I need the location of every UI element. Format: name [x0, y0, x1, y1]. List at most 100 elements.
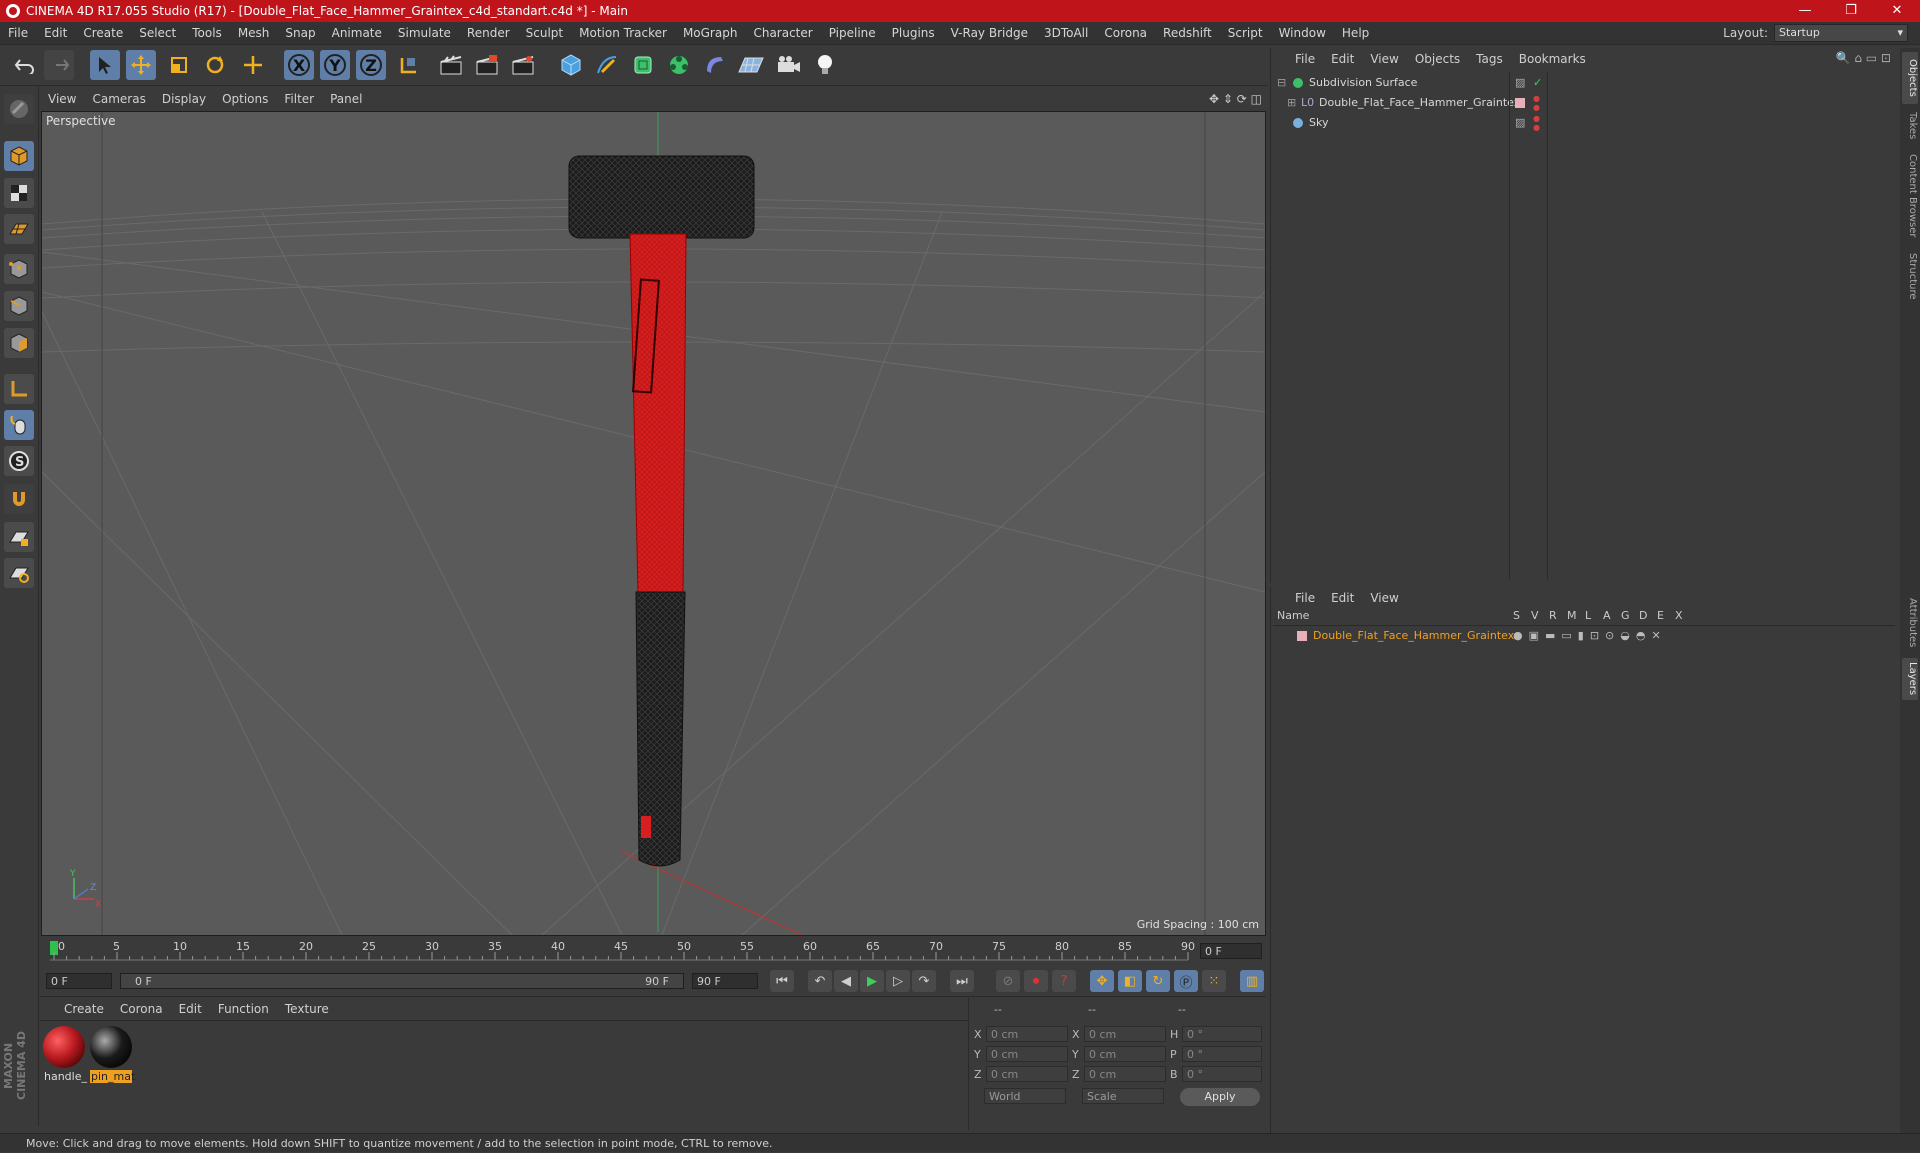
frame-range-slider[interactable]: 0 F 90 F [120, 973, 684, 989]
layer-col-x[interactable]: X [1675, 609, 1683, 622]
viewport-menu-view[interactable]: View [40, 92, 84, 106]
coordinate-mode-select[interactable]: World [984, 1088, 1066, 1104]
object-menu-tags[interactable]: Tags [1468, 52, 1511, 66]
object-menu-file[interactable]: File [1271, 52, 1323, 66]
go-to-end-button[interactable]: ⏭ [950, 970, 974, 992]
layer-col-v[interactable]: V [1531, 609, 1539, 622]
maximize-button[interactable]: ❐ [1828, 0, 1874, 22]
tab-takes[interactable]: Takes [1902, 108, 1918, 144]
layout-dropdown[interactable]: Startup [1774, 24, 1908, 42]
camera-button[interactable] [774, 50, 804, 80]
key-parameter-button[interactable]: Ⓟ [1174, 970, 1198, 992]
visibility-dots-icon[interactable]: ● ● [1533, 94, 1540, 112]
key-pla-button[interactable]: ⁙ [1202, 970, 1226, 992]
object-menu-bookmarks[interactable]: Bookmarks [1511, 52, 1594, 66]
layer-row[interactable]: Double_Flat_Face_Hammer_Graintex ●▣▬▭▮⊡⊙… [1273, 627, 1895, 645]
column-divider[interactable] [1509, 72, 1510, 580]
layer-col-r[interactable]: R [1549, 609, 1557, 622]
light-button[interactable] [810, 50, 840, 80]
object-menu-edit[interactable]: Edit [1323, 52, 1362, 66]
viewport-menu-display[interactable]: Display [154, 92, 214, 106]
layer-col-g[interactable]: G [1621, 609, 1630, 622]
tab-content-browser[interactable]: Content Browser [1902, 148, 1918, 244]
layer-col-name[interactable]: Name [1277, 609, 1309, 622]
menu-plugins[interactable]: Plugins [884, 26, 943, 40]
size-x-field[interactable]: 0 cm [1084, 1026, 1166, 1042]
render-view-button[interactable] [436, 50, 466, 80]
layer-name[interactable]: Double_Flat_Face_Hammer_Graintex [1313, 627, 1514, 645]
menu-file[interactable]: File [0, 26, 36, 40]
material-menu-function[interactable]: Function [210, 1002, 277, 1016]
material-handle[interactable]: handle_ [43, 1026, 87, 1083]
object-search-home-icons[interactable]: 🔍 ⌂ ▭ ⊡ [1836, 51, 1891, 65]
pos-x-field[interactable]: 0 cm [986, 1026, 1068, 1042]
menu-pipeline[interactable]: Pipeline [821, 26, 884, 40]
coordinate-system-button[interactable] [394, 50, 424, 80]
menu-edit[interactable]: Edit [36, 26, 75, 40]
timeline-ruler[interactable]: 0 5 10 15 20 25 30 35 40 45 50 55 60 65 … [40, 938, 1266, 964]
layer-menu-view[interactable]: View [1362, 591, 1406, 605]
current-frame-field[interactable]: 0 F [1200, 943, 1262, 959]
collapse-icon[interactable]: ⊟ [1277, 74, 1286, 92]
menu-motion-tracker[interactable]: Motion Tracker [571, 26, 675, 40]
next-key-button[interactable]: ↷ [912, 970, 936, 992]
layer-color-swatch[interactable] [1515, 98, 1525, 108]
tweak-mode-button[interactable] [4, 410, 34, 440]
render-picture-viewer-button[interactable] [472, 50, 502, 80]
layer-col-a[interactable]: A [1603, 609, 1611, 622]
timeline-window-button[interactable]: ▥ [1240, 970, 1264, 992]
x-axis-button[interactable]: X [284, 50, 314, 80]
menu-simulate[interactable]: Simulate [390, 26, 459, 40]
rot-p-field[interactable]: 0 ° [1182, 1046, 1262, 1062]
close-button[interactable]: ✕ [1874, 0, 1920, 22]
sky-editor-visibility-icon[interactable]: ▨ [1515, 114, 1525, 132]
menu-character[interactable]: Character [745, 26, 820, 40]
texture-mode-button[interactable] [4, 178, 34, 208]
y-axis-button[interactable]: Y [320, 50, 350, 80]
menu-corona[interactable]: Corona [1096, 26, 1155, 40]
make-editable-button[interactable] [4, 94, 34, 124]
layer-col-e[interactable]: E [1657, 609, 1664, 622]
key-position-button[interactable]: ✥ [1090, 970, 1114, 992]
menu-redshift[interactable]: Redshift [1155, 26, 1220, 40]
key-scale-button[interactable]: ◧ [1118, 970, 1142, 992]
layer-swatch[interactable] [1297, 631, 1307, 641]
layer-col-l[interactable]: L [1585, 609, 1591, 622]
floor-button[interactable] [736, 50, 766, 80]
material-menu-edit[interactable]: Edit [171, 1002, 210, 1016]
object-menu-objects[interactable]: Objects [1407, 52, 1468, 66]
pos-y-field[interactable]: 0 cm [986, 1046, 1068, 1062]
recent-tool-button[interactable] [238, 50, 268, 80]
next-frame-button[interactable]: ▷ [886, 970, 910, 992]
previous-key-button[interactable]: ↶ [808, 970, 832, 992]
menu-select[interactable]: Select [131, 26, 184, 40]
polygons-mode-button[interactable] [4, 328, 34, 358]
layer-toggle-icons[interactable]: ●▣▬▭▮⊡⊙◒◓✕ [1513, 627, 1667, 645]
menu-mesh[interactable]: Mesh [230, 26, 278, 40]
planar-workplane-button[interactable] [4, 558, 34, 588]
spline-pen-button[interactable] [592, 50, 622, 80]
menu-sculpt[interactable]: Sculpt [518, 26, 571, 40]
tab-attributes[interactable]: Attributes [1902, 593, 1918, 653]
size-z-field[interactable]: 0 cm [1084, 1066, 1166, 1082]
key-rotation-button[interactable]: ↻ [1146, 970, 1170, 992]
column-divider[interactable] [1547, 72, 1548, 580]
rot-h-field[interactable]: 0 ° [1182, 1026, 1262, 1042]
menu-help[interactable]: Help [1334, 26, 1377, 40]
go-to-start-button[interactable]: ⏮ [770, 970, 794, 992]
scale-tool-button[interactable] [164, 50, 194, 80]
material-pin-mat[interactable]: pin_mat [90, 1026, 135, 1083]
previous-frame-button[interactable]: ◀ [834, 970, 858, 992]
menu-tools[interactable]: Tools [184, 26, 230, 40]
menu-window[interactable]: Window [1271, 26, 1334, 40]
keyframe-selection-button[interactable]: ⊘ [996, 970, 1020, 992]
viewport-nav-icons[interactable]: ✥ ⇕ ⟳ ◫ [1209, 92, 1262, 106]
sky-visibility-dots-icon[interactable]: ● ● [1533, 114, 1540, 132]
apply-button[interactable]: Apply [1180, 1088, 1260, 1106]
viewport-menu-cameras[interactable]: Cameras [84, 92, 153, 106]
menu-script[interactable]: Script [1220, 26, 1271, 40]
object-row-subdivision[interactable]: ⊟ Subdivision Surface ▨ ✓ [1273, 74, 1895, 92]
z-axis-button[interactable]: Z [356, 50, 386, 80]
tab-structure[interactable]: Structure [1902, 248, 1918, 304]
pos-z-field[interactable]: 0 cm [986, 1066, 1068, 1082]
